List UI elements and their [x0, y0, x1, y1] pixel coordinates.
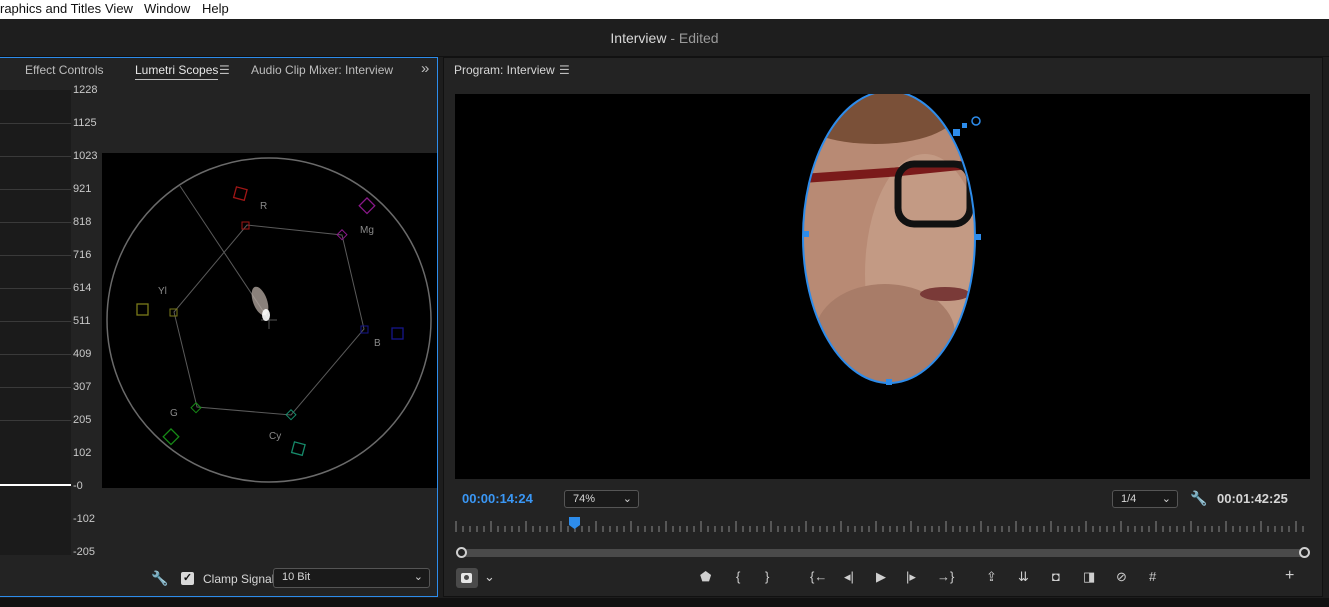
record-options-chevron-icon[interactable]: ⌄ [484, 569, 495, 587]
menu-bar: raphics and Titles View Window Help [0, 0, 1329, 19]
current-timecode[interactable]: 00:00:14:24 [462, 491, 533, 506]
button-editor-icon[interactable]: + [1285, 567, 1294, 585]
program-panel-menu-icon[interactable]: ☰ [559, 63, 570, 77]
chevron-down-icon: ⌄ [622, 493, 632, 505]
step-back-icon[interactable]: ◂| [844, 569, 854, 587]
panel-menu-icon[interactable]: ☰ [219, 63, 230, 77]
go-to-out-icon[interactable]: →} [937, 569, 954, 587]
tab-audio-clip-mixer[interactable]: Audio Clip Mixer: Interview [251, 63, 393, 77]
scale-label: 102 [73, 447, 92, 459]
scale-label: 511 [73, 315, 91, 327]
playhead-icon[interactable] [569, 517, 580, 529]
bottom-panel-strip [0, 598, 1329, 607]
scale-label: -102 [73, 513, 96, 525]
play-icon[interactable]: ▶ [876, 569, 886, 587]
scale-label: 921 [73, 183, 92, 195]
bit-depth-value: 10 Bit [282, 571, 311, 583]
target-label-cy: Cy [269, 431, 281, 442]
menu-graphics-and-titles[interactable]: raphics and Titles [0, 1, 101, 16]
target-label-g: G [170, 408, 178, 419]
scale-label: 1125 [73, 117, 97, 129]
tab-lumetri-scopes[interactable]: Lumetri Scopes [135, 63, 219, 80]
vectorscope: R Mg Yl B G Cy [102, 153, 437, 488]
more-panels-icon[interactable]: » [421, 60, 429, 77]
step-forward-icon[interactable]: |▸ [906, 569, 916, 587]
time-ruler[interactable] [455, 520, 1310, 534]
scale-label: 1023 [73, 150, 98, 162]
vectorscope-graph: R Mg Yl B G Cy [106, 157, 432, 483]
export-frame-icon[interactable]: ◘ [1052, 569, 1060, 587]
settings-wrench-icon[interactable]: 🔧 [1190, 490, 1207, 507]
extract-icon[interactable]: ⇊ [1018, 569, 1029, 587]
program-video-frame[interactable] [455, 94, 1310, 479]
clamp-signal-checkbox[interactable]: ✓ [181, 572, 194, 585]
navigator-start-handle[interactable] [456, 547, 467, 558]
menu-window[interactable]: Window [144, 1, 190, 16]
tab-program-interview[interactable]: Program: Interview [454, 63, 555, 77]
navigator-end-handle[interactable] [1299, 547, 1310, 558]
go-to-in-icon[interactable]: {← [810, 569, 827, 587]
scale-label: 307 [73, 381, 92, 393]
scale-label: 409 [73, 348, 92, 360]
scale-label: -0 [73, 480, 83, 492]
tab-effect-controls[interactable]: Effect Controls [25, 63, 103, 77]
toggle-proxies-icon[interactable]: ⊘ [1116, 569, 1127, 587]
project-name: Interview [610, 30, 667, 46]
record-button[interactable] [456, 568, 478, 588]
target-label-yl: Yl [158, 286, 167, 297]
clamp-signal-label: Clamp Signal [203, 572, 275, 586]
scale-label: 205 [73, 414, 92, 426]
playback-resolution-dropdown[interactable]: 1/4 ⌄ [1112, 490, 1178, 508]
target-label-r: R [260, 201, 267, 212]
navigator-bar[interactable] [461, 549, 1305, 557]
zoom-level-dropdown[interactable]: 74% ⌄ [564, 490, 639, 508]
safe-margins-icon[interactable]: # [1149, 569, 1156, 587]
scope-settings-wrench-icon[interactable]: 🔧 [151, 570, 168, 587]
mark-out-icon[interactable]: } [765, 569, 769, 587]
duration-timecode: 00:01:42:25 [1217, 491, 1288, 506]
scale-label: 614 [73, 282, 92, 294]
scale-label: -205 [73, 546, 96, 558]
scale-label: 716 [73, 249, 92, 261]
target-label-b: B [374, 338, 381, 349]
bit-depth-dropdown[interactable]: 10 Bit ⌄ [273, 568, 430, 588]
chevron-down-icon: ⌄ [1161, 493, 1171, 505]
menu-view[interactable]: View [105, 1, 133, 16]
playback-resolution-value: 1/4 [1121, 493, 1137, 505]
scale-label: 818 [73, 216, 92, 228]
waveform-scope [0, 90, 71, 555]
add-marker-icon[interactable]: ⬟ [700, 569, 711, 587]
target-label-mg: Mg [360, 225, 374, 236]
comparison-view-icon[interactable]: ◨ [1083, 569, 1095, 587]
title-bar: Interview - Edited [0, 19, 1329, 57]
scale-label: 1228 [73, 84, 98, 96]
mark-in-icon[interactable]: { [736, 569, 740, 587]
menu-help[interactable]: Help [202, 1, 229, 16]
lift-icon[interactable]: ⇪ [986, 569, 997, 587]
project-status: - Edited [670, 30, 719, 46]
chevron-down-icon: ⌄ [413, 571, 423, 583]
window-title: Interview - Edited [0, 30, 1329, 46]
masked-video-content [802, 94, 981, 385]
zoom-level-value: 74% [573, 493, 596, 505]
